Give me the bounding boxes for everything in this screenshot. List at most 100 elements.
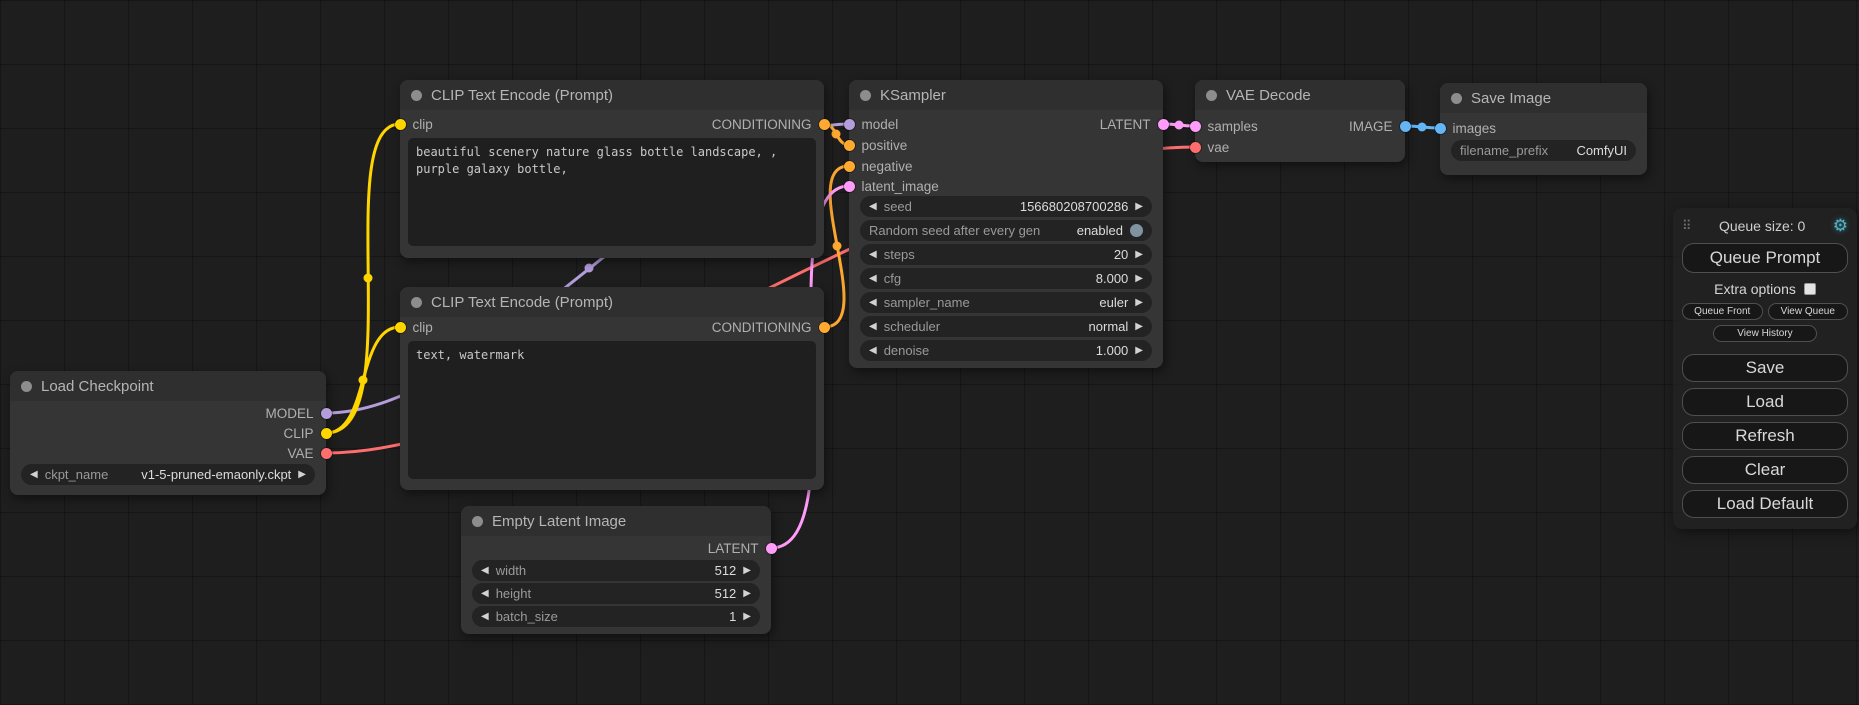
- node-title-bar[interactable]: Load Checkpoint: [10, 371, 326, 401]
- input-slot-vae[interactable]: vae: [1190, 136, 1230, 158]
- widget-sampler-name[interactable]: ◀ sampler_name euler ▶: [860, 292, 1152, 313]
- input-slot-clip[interactable]: clip: [395, 316, 433, 338]
- arrow-right-icon[interactable]: ▶: [743, 566, 751, 576]
- node-empty-latent-image[interactable]: Empty Latent Image LATENT ◀ width 512 ▶ …: [461, 506, 771, 634]
- drag-handle-icon[interactable]: ⠿: [1682, 218, 1692, 234]
- arrow-right-icon[interactable]: ▶: [1135, 298, 1143, 308]
- widget-width[interactable]: ◀ width 512 ▶: [472, 560, 760, 581]
- widget-batch-size[interactable]: ◀ batch_size 1 ▶: [472, 606, 760, 627]
- arrow-right-icon[interactable]: ▶: [743, 589, 751, 599]
- node-title-bar[interactable]: Empty Latent Image: [461, 506, 771, 536]
- slot-dot[interactable]: [1190, 142, 1201, 153]
- slot-dot[interactable]: [819, 322, 830, 333]
- output-slot-conditioning[interactable]: CONDITIONING: [712, 316, 830, 338]
- widget-cfg[interactable]: ◀ cfg 8.000 ▶: [860, 268, 1152, 289]
- widget-ckpt-name[interactable]: ◀ ckpt_name v1-5-pruned-emaonly.ckpt ▶: [21, 464, 315, 485]
- node-collapse-dot-icon[interactable]: [860, 90, 871, 101]
- slot-dot[interactable]: [766, 543, 777, 554]
- node-collapse-dot-icon[interactable]: [1451, 93, 1462, 104]
- arrow-left-icon[interactable]: ◀: [869, 346, 877, 356]
- slot-dot[interactable]: [844, 140, 855, 151]
- node-save-image[interactable]: Save Image images filename_prefix ComfyU…: [1440, 83, 1647, 175]
- node-collapse-dot-icon[interactable]: [411, 297, 422, 308]
- slot-dot[interactable]: [844, 181, 855, 192]
- widget-seed[interactable]: ◀ seed 156680208700286 ▶: [860, 196, 1152, 217]
- widget-steps[interactable]: ◀ steps 20 ▶: [860, 244, 1152, 265]
- save-button[interactable]: Save: [1682, 354, 1848, 382]
- output-slot-vae[interactable]: VAE: [287, 442, 331, 464]
- slot-dot[interactable]: [395, 119, 406, 130]
- input-slot-clip[interactable]: clip: [395, 113, 433, 135]
- node-title-bar[interactable]: CLIP Text Encode (Prompt): [400, 80, 824, 110]
- widget-denoise[interactable]: ◀ denoise 1.000 ▶: [860, 340, 1152, 361]
- settings-gear-icon[interactable]: ⚙: [1833, 216, 1848, 236]
- slot-dot[interactable]: [1400, 121, 1411, 132]
- load-button[interactable]: Load: [1682, 388, 1848, 416]
- arrow-left-icon[interactable]: ◀: [869, 274, 877, 284]
- queue-front-button[interactable]: Queue Front: [1682, 303, 1763, 320]
- node-clip-text-encode-positive[interactable]: CLIP Text Encode (Prompt) clip CONDITION…: [400, 80, 824, 258]
- arrow-right-icon[interactable]: ▶: [1135, 250, 1143, 260]
- arrow-left-icon[interactable]: ◀: [30, 470, 38, 480]
- extra-options-checkbox[interactable]: [1804, 283, 1816, 295]
- input-slot-samples[interactable]: samples: [1190, 115, 1258, 137]
- node-title-bar[interactable]: Save Image: [1440, 83, 1647, 113]
- queue-prompt-button[interactable]: Queue Prompt: [1682, 243, 1848, 273]
- arrow-right-icon[interactable]: ▶: [1135, 274, 1143, 284]
- widget-filename-prefix[interactable]: filename_prefix ComfyUI: [1451, 140, 1636, 161]
- arrow-left-icon[interactable]: ◀: [869, 322, 877, 332]
- input-slot-model[interactable]: model: [844, 113, 899, 135]
- arrow-right-icon[interactable]: ▶: [1135, 346, 1143, 356]
- input-slot-positive[interactable]: positive: [844, 134, 908, 156]
- arrow-left-icon[interactable]: ◀: [481, 589, 489, 599]
- slot-dot[interactable]: [1158, 119, 1169, 130]
- slot-dot[interactable]: [844, 161, 855, 172]
- output-slot-conditioning[interactable]: CONDITIONING: [712, 113, 830, 135]
- slot-dot[interactable]: [321, 448, 332, 459]
- node-collapse-dot-icon[interactable]: [411, 90, 422, 101]
- node-title-bar[interactable]: KSampler: [849, 80, 1163, 110]
- slot-dot[interactable]: [321, 408, 332, 419]
- negative-prompt-textarea[interactable]: text, watermark: [408, 341, 816, 479]
- node-collapse-dot-icon[interactable]: [1206, 90, 1217, 101]
- arrow-right-icon[interactable]: ▶: [298, 470, 306, 480]
- output-slot-latent[interactable]: LATENT: [708, 537, 777, 559]
- arrow-left-icon[interactable]: ◀: [869, 298, 877, 308]
- slot-dot[interactable]: [321, 428, 332, 439]
- clear-button[interactable]: Clear: [1682, 456, 1848, 484]
- node-load-checkpoint[interactable]: Load Checkpoint MODEL CLIP VAE ◀ ckpt_na…: [10, 371, 326, 495]
- output-slot-latent[interactable]: LATENT: [1100, 113, 1169, 135]
- positive-prompt-textarea[interactable]: beautiful scenery nature glass bottle la…: [408, 138, 816, 246]
- slot-dot[interactable]: [819, 119, 830, 130]
- arrow-left-icon[interactable]: ◀: [869, 202, 877, 212]
- node-vae-decode[interactable]: VAE Decode samples vae IMAGE: [1195, 80, 1405, 162]
- view-queue-button[interactable]: View Queue: [1768, 303, 1849, 320]
- widget-random-seed-toggle[interactable]: Random seed after every gen enabled: [860, 220, 1152, 241]
- widget-height[interactable]: ◀ height 512 ▶: [472, 583, 760, 604]
- node-title-bar[interactable]: VAE Decode: [1195, 80, 1405, 110]
- arrow-right-icon[interactable]: ▶: [1135, 202, 1143, 212]
- slot-dot[interactable]: [395, 322, 406, 333]
- node-collapse-dot-icon[interactable]: [472, 516, 483, 527]
- slot-dot[interactable]: [1190, 121, 1201, 132]
- refresh-button[interactable]: Refresh: [1682, 422, 1848, 450]
- output-slot-clip[interactable]: CLIP: [283, 422, 331, 444]
- arrow-left-icon[interactable]: ◀: [869, 250, 877, 260]
- input-slot-negative[interactable]: negative: [844, 155, 913, 177]
- output-slot-model[interactable]: MODEL: [265, 402, 331, 424]
- input-slot-latent-image[interactable]: latent_image: [844, 175, 939, 197]
- view-history-button[interactable]: View History: [1713, 325, 1817, 342]
- node-collapse-dot-icon[interactable]: [21, 381, 32, 392]
- slot-dot[interactable]: [1435, 123, 1446, 134]
- arrow-right-icon[interactable]: ▶: [1135, 322, 1143, 332]
- output-slot-image[interactable]: IMAGE: [1349, 115, 1411, 137]
- load-default-button[interactable]: Load Default: [1682, 490, 1848, 518]
- node-ksampler[interactable]: KSampler model positive negative latent_…: [849, 80, 1163, 368]
- slot-dot[interactable]: [844, 119, 855, 130]
- input-slot-images[interactable]: images: [1435, 117, 1497, 139]
- widget-scheduler[interactable]: ◀ scheduler normal ▶: [860, 316, 1152, 337]
- node-title-bar[interactable]: CLIP Text Encode (Prompt): [400, 287, 824, 317]
- arrow-left-icon[interactable]: ◀: [481, 612, 489, 622]
- toggle-knob-icon[interactable]: [1130, 224, 1143, 237]
- comfyui-canvas[interactable]: { "colors": { "model": "#B39DDB", "clip"…: [0, 0, 1859, 705]
